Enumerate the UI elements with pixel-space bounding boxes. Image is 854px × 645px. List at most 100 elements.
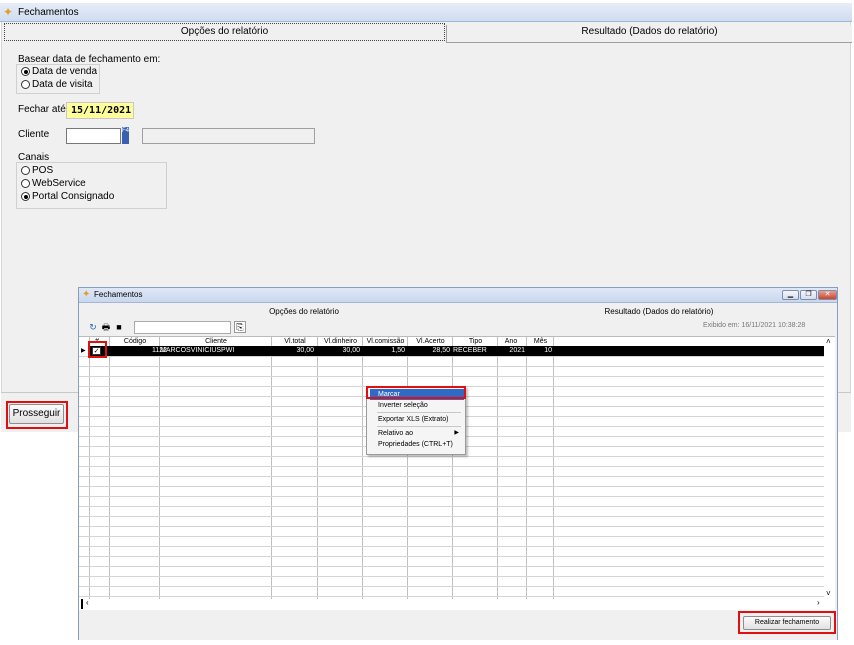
row-indicator-icon: ▶ bbox=[81, 348, 86, 354]
front-title-bar: ✦ Fechamentos ▁ ❐ ✕ bbox=[79, 288, 837, 303]
save-icon[interactable]: ■ bbox=[114, 322, 124, 332]
front-tab-report-options[interactable]: Opções do relatório bbox=[154, 303, 454, 321]
close-button[interactable]: ✕ bbox=[818, 290, 837, 300]
maximize-button[interactable]: ❐ bbox=[800, 290, 817, 300]
cell-vl-acerto: 28,50 bbox=[432, 347, 450, 354]
back-title-bar: ✦ Fechamentos bbox=[0, 3, 852, 22]
grid-row-line bbox=[79, 576, 824, 577]
grid-row-line bbox=[79, 466, 824, 467]
grid-row-line bbox=[79, 596, 824, 597]
front-window: ✦ Fechamentos ▁ ❐ ✕ Opções do relatório … bbox=[78, 287, 838, 640]
menu-item-propriedades[interactable]: Propriedades (CTRL+T) bbox=[370, 439, 464, 450]
col-header-vl-total[interactable]: Vl.total bbox=[272, 337, 318, 346]
scroll-up-icon[interactable]: ˄ bbox=[826, 337, 831, 346]
radio-pos[interactable] bbox=[21, 166, 30, 175]
generated-timestamp: Exibido em: 16/11/2021 10:38:28 bbox=[703, 322, 806, 329]
cell-tipo: RECEBER bbox=[453, 347, 487, 354]
col-header-codigo[interactable]: Código bbox=[110, 337, 160, 346]
col-header-cliente[interactable]: Cliente bbox=[160, 337, 272, 346]
menu-item-label: Exportar XLS (Extrato) bbox=[378, 416, 449, 423]
back-window-title: Fechamentos bbox=[18, 7, 79, 18]
grid-row-line bbox=[79, 356, 824, 357]
f4-lookup-button[interactable]: F4 bbox=[122, 127, 129, 144]
horizontal-scrollbar[interactable]: ‹ › bbox=[79, 598, 824, 610]
cell-vl-total: 30,00 bbox=[296, 347, 314, 354]
grid-row-line bbox=[79, 536, 824, 537]
highlight-prosseguir bbox=[6, 401, 68, 429]
refresh-icon[interactable]: ↻ bbox=[88, 322, 98, 332]
cliente-code-input[interactable] bbox=[66, 128, 121, 144]
grid-row-line bbox=[79, 376, 824, 377]
col-header-ano[interactable]: Ano bbox=[498, 337, 524, 346]
menu-item-exportar[interactable]: Exportar XLS (Extrato) bbox=[370, 414, 464, 425]
tab-report-options[interactable]: Opções do relatório bbox=[4, 23, 445, 41]
radio-data-visita-label: Data de visita bbox=[32, 79, 93, 90]
col-header-vl-acerto[interactable]: Vl.Acerto bbox=[408, 337, 453, 346]
cliente-name-field bbox=[142, 128, 315, 144]
front-button-bar bbox=[79, 610, 837, 640]
tab-label: Resultado (Dados do relatório) bbox=[581, 26, 718, 37]
tab-label: Opções do relatório bbox=[269, 307, 339, 316]
menu-item-relativo[interactable]: Relativo ao ▶ bbox=[370, 428, 464, 439]
radio-webservice[interactable] bbox=[21, 179, 30, 188]
print-icon[interactable]: 🖶 bbox=[101, 322, 111, 332]
grid-row-line bbox=[79, 496, 824, 497]
vertical-scrollbar[interactable]: ˄ ˅ bbox=[824, 337, 835, 599]
highlight-marcar bbox=[366, 386, 466, 399]
menu-item-label: Inverter seleção bbox=[378, 402, 428, 409]
front-tab-result[interactable]: Resultado (Dados do relatório) bbox=[509, 303, 809, 321]
minimize-button[interactable]: ▁ bbox=[782, 290, 799, 300]
col-header-mes[interactable]: Mês bbox=[528, 337, 553, 346]
radio-portal-consignado-label: Portal Consignado bbox=[32, 191, 115, 202]
menu-item-inverter[interactable]: Inverter seleção bbox=[370, 400, 464, 411]
col-header-vl-comissao[interactable]: Vl.comissão bbox=[363, 337, 408, 346]
search-doc-icon[interactable]: ⎘ bbox=[234, 321, 246, 333]
scroll-left-icon[interactable]: ‹ bbox=[86, 598, 89, 607]
grid-row-line bbox=[79, 526, 824, 527]
cell-cliente: MARCOSVINICIUSPWI bbox=[160, 347, 235, 354]
fechar-ate-input[interactable]: 15/11/2021 bbox=[66, 102, 134, 119]
grid-row-line bbox=[79, 516, 824, 517]
grid-row-line bbox=[79, 366, 824, 367]
grid-row-line bbox=[79, 476, 824, 477]
cell-vl-dinheiro: 30,00 bbox=[342, 347, 360, 354]
radio-data-venda-label: Data de venda bbox=[32, 66, 98, 77]
front-window-title: Fechamentos bbox=[94, 290, 143, 299]
fechar-ate-label: Fechar até: bbox=[18, 104, 69, 115]
radio-webservice-label: WebService bbox=[32, 178, 86, 189]
cell-vl-comissao: 1,50 bbox=[391, 347, 405, 354]
cell-ano: 2021 bbox=[509, 347, 525, 354]
submenu-arrow-icon: ▶ bbox=[454, 430, 459, 436]
grid-row-line bbox=[79, 586, 824, 587]
table-row[interactable]: 1122 MARCOSVINICIUSPWI 30,00 30,00 1,50 … bbox=[89, 346, 824, 356]
tab-label: Resultado (Dados do relatório) bbox=[604, 307, 714, 316]
grid-search-input[interactable] bbox=[134, 321, 231, 334]
radio-data-venda[interactable] bbox=[21, 67, 30, 76]
col-header-vl-dinheiro[interactable]: Vl.dinheiro bbox=[318, 337, 363, 346]
menu-separator bbox=[377, 412, 461, 413]
radio-pos-label: POS bbox=[32, 165, 54, 176]
grid-row-line bbox=[79, 456, 824, 457]
radio-data-visita[interactable] bbox=[21, 80, 30, 89]
grid-row-line bbox=[79, 486, 824, 487]
col-header-tipo[interactable]: Tipo bbox=[453, 337, 498, 346]
scroll-right-icon[interactable]: › bbox=[817, 598, 820, 607]
tab-label: Opções do relatório bbox=[180, 26, 269, 37]
grid-row-line bbox=[79, 566, 824, 567]
radio-portal-consignado[interactable] bbox=[21, 192, 30, 201]
menu-item-label: Propriedades (CTRL+T) bbox=[378, 441, 453, 448]
menu-item-label: Relativo ao bbox=[378, 430, 414, 437]
cell-mes: 10 bbox=[544, 347, 552, 354]
scroll-down-icon[interactable]: ˅ bbox=[826, 589, 831, 598]
scroll-thumb[interactable] bbox=[81, 599, 83, 609]
app-icon: ✦ bbox=[82, 289, 91, 300]
highlight-checkbox bbox=[88, 341, 107, 358]
menu-separator bbox=[377, 426, 461, 427]
results-grid[interactable]: # Código Cliente Vl.total Vl.dinheiro Vl… bbox=[79, 336, 835, 610]
grid-row-line bbox=[79, 546, 824, 547]
highlight-realizar-fechamento bbox=[738, 611, 836, 634]
app-icon: ✦ bbox=[3, 5, 14, 19]
cliente-label: Cliente bbox=[18, 129, 50, 140]
grid-row-line bbox=[79, 556, 824, 557]
tab-result[interactable]: Resultado (Dados do relatório) bbox=[446, 25, 852, 43]
